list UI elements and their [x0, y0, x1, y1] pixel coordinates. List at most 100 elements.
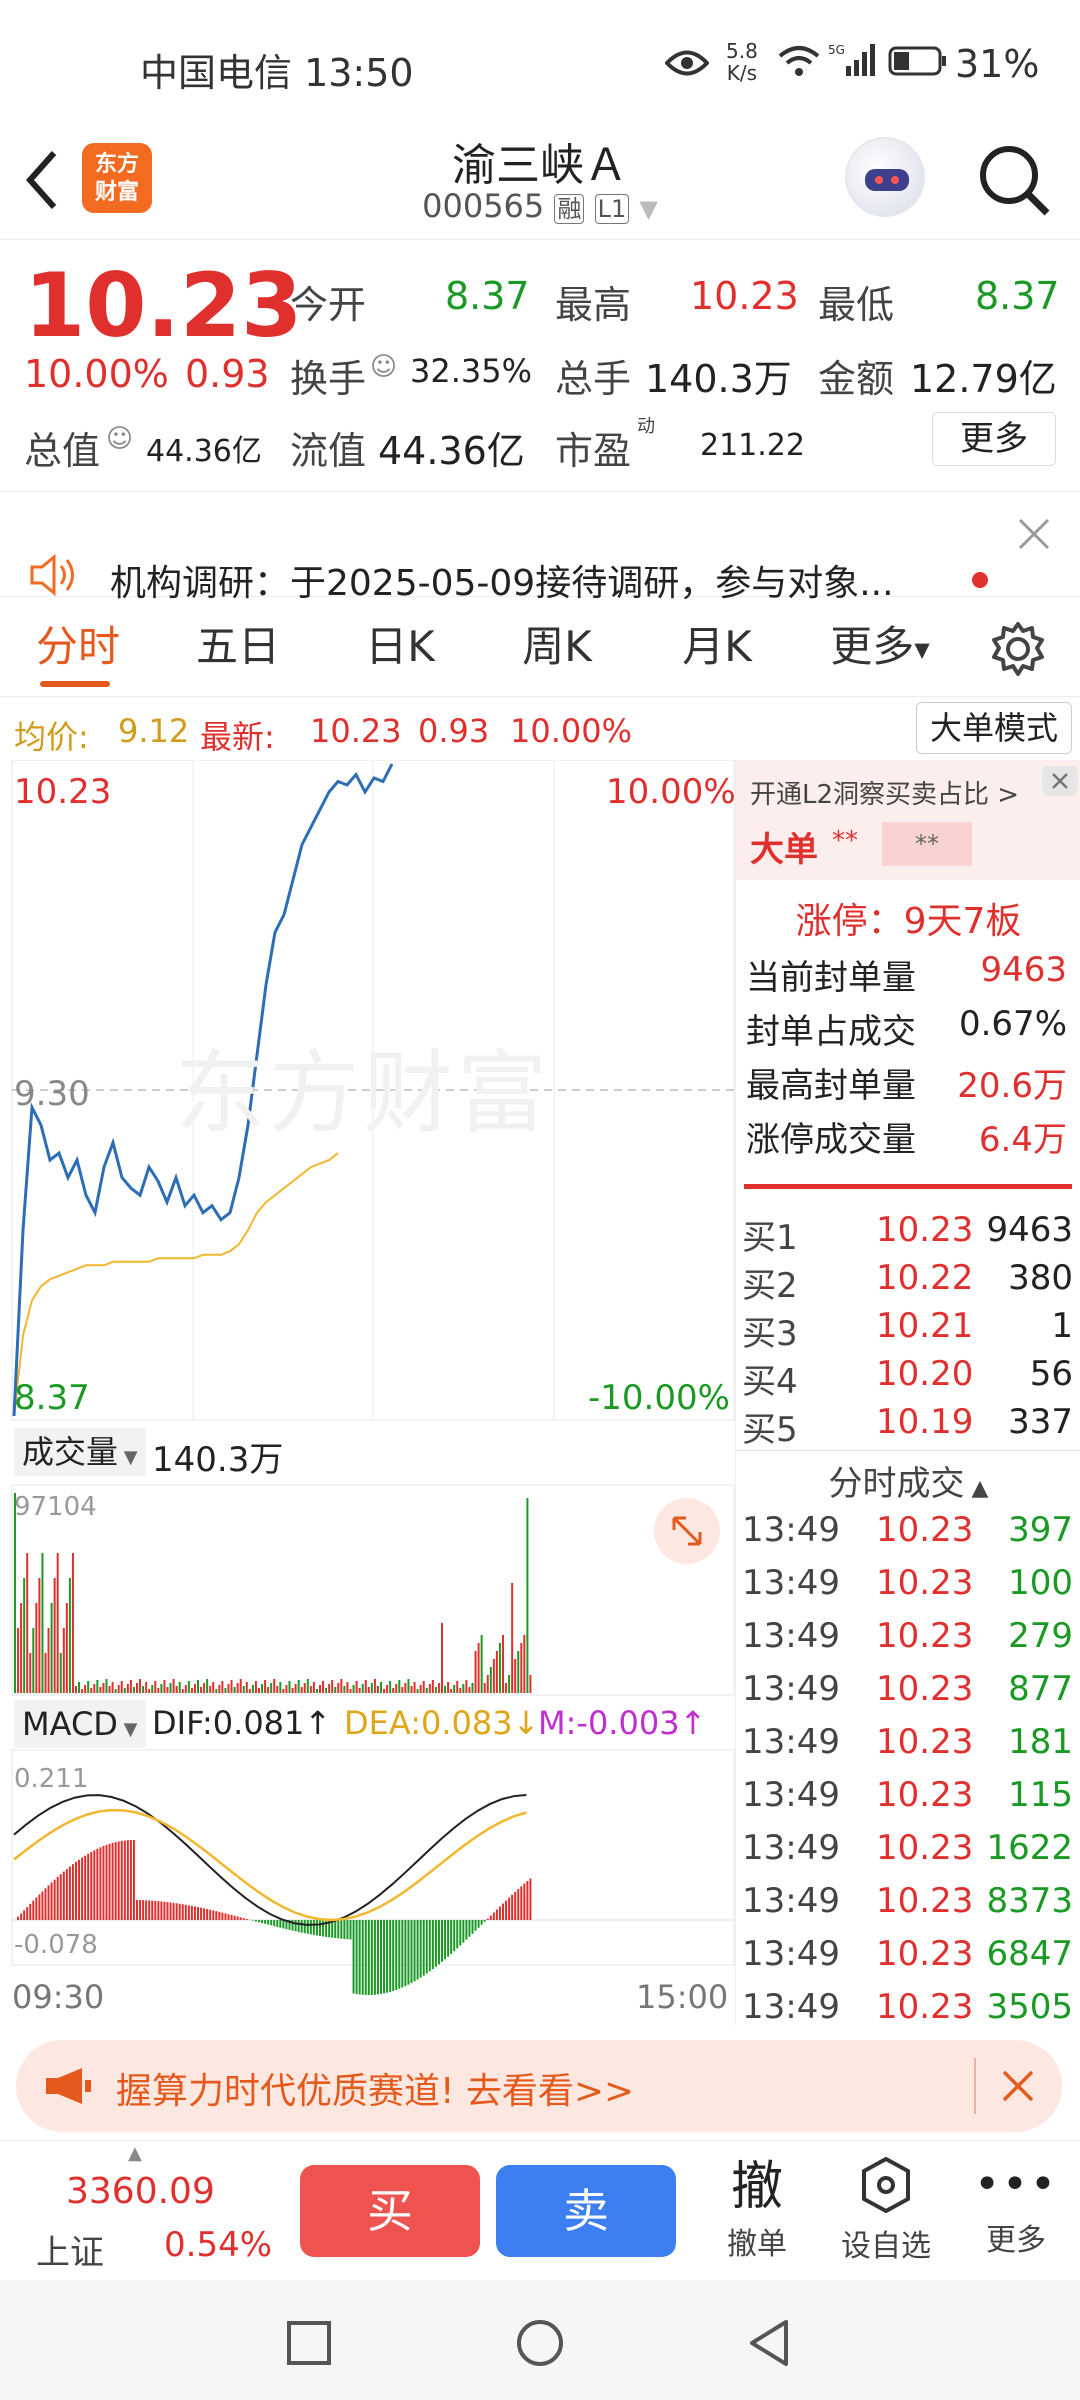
macd-bar	[53, 1879, 56, 1920]
volume-bar	[239, 1679, 242, 1693]
volume-bar	[50, 1603, 53, 1693]
volume-bar	[291, 1688, 294, 1693]
volume-bar	[87, 1681, 90, 1693]
carrier-time: 中国电信 13:50	[140, 51, 414, 95]
macd-bar	[319, 1920, 321, 1936]
tab-five-day[interactable]: 五日	[178, 597, 298, 697]
back-nav-icon[interactable]	[746, 2318, 792, 2372]
close-icon[interactable]	[1016, 516, 1052, 556]
gear-icon[interactable]	[990, 621, 1046, 681]
tick-price: 10.23	[876, 1722, 974, 1762]
search-icon[interactable]	[975, 141, 1055, 225]
high-label: 最高	[555, 283, 632, 327]
promo-banner[interactable]: 握算力时代优质赛道! 去看看>>	[16, 2040, 1062, 2132]
macd-bar	[349, 1920, 352, 1940]
more-button[interactable]: 更多	[932, 412, 1056, 466]
banner-text: 握算力时代优质赛道! 去看看>>	[116, 2071, 635, 2112]
big-order-mode-button[interactable]: 大单模式	[916, 702, 1072, 754]
volume-bar	[81, 1689, 84, 1693]
macd-bar	[193, 1906, 196, 1920]
volume-bar	[370, 1683, 373, 1693]
intraday-chart[interactable]: 东方财富 10.23 10.00% 9.30 8.37 -10.00% 成交量 …	[0, 760, 736, 2025]
caret-up-icon: ▲	[128, 2143, 142, 2164]
volume-bar	[465, 1680, 468, 1693]
tab-daily-k[interactable]: 日K	[340, 597, 460, 697]
macd-bar	[425, 1920, 428, 1974]
recent-apps-icon[interactable]	[286, 2320, 332, 2370]
macd-bar	[361, 1920, 364, 1995]
volume-bar	[312, 1682, 315, 1693]
sell-button[interactable]: 卖	[496, 2165, 676, 2257]
l2-promo[interactable]: 开通L2洞察买卖占比 > 大单 ** **	[736, 760, 1080, 880]
volume-bar	[200, 1687, 203, 1693]
volume-bar	[56, 1553, 59, 1693]
macd-bar	[340, 1920, 343, 1939]
info-icon[interactable]: ☺	[370, 352, 397, 382]
stat-label: 最高封单量	[746, 1066, 916, 1106]
volume-label: 成交量	[22, 1433, 119, 1471]
bid-volume: 380	[1008, 1258, 1073, 1298]
macd-bar	[312, 1920, 315, 1935]
close-icon[interactable]	[1042, 766, 1078, 796]
tab-monthly-k[interactable]: 月K	[657, 597, 777, 697]
macd-bar	[227, 1914, 230, 1920]
volume-bar	[203, 1683, 206, 1693]
macd-bar	[181, 1904, 184, 1920]
stock-code-line[interactable]: 000565 融 L1 ▼	[340, 187, 740, 225]
volume-bar	[230, 1680, 233, 1693]
macd-bar	[373, 1920, 376, 1995]
macd-selector[interactable]: MACD ▼	[14, 1700, 146, 1748]
macd-bar	[514, 1891, 517, 1920]
info-icon[interactable]: ☺	[106, 424, 133, 454]
robot-assistant-icon[interactable]	[845, 137, 925, 217]
tab-weekly-k[interactable]: 周K	[497, 597, 617, 697]
more-menu-button[interactable]: ••• 更多	[966, 2155, 1066, 2275]
macd-bar	[136, 1900, 138, 1920]
add-watchlist-button[interactable]: 设自选	[826, 2155, 946, 2275]
tick-price: 10.23	[876, 1616, 974, 1656]
macd-bar	[431, 1920, 434, 1970]
bid-label: 买1	[742, 1218, 798, 1258]
macd-bar	[511, 1894, 514, 1920]
macd-bar	[93, 1850, 96, 1920]
macd-bar	[206, 1909, 209, 1920]
bid-price: 10.20	[876, 1354, 974, 1394]
macd-bar	[81, 1857, 84, 1920]
volume-bar	[261, 1684, 264, 1693]
volume-bar	[236, 1683, 239, 1693]
home-icon[interactable]	[515, 2318, 565, 2372]
volume-bar	[35, 1603, 38, 1693]
macd-bar	[190, 1905, 193, 1920]
volume-bar	[32, 1628, 35, 1693]
float-label: 流值	[290, 429, 367, 473]
volume-bar	[468, 1687, 471, 1693]
cancel-order-button[interactable]: 撤 撤单	[712, 2155, 802, 2275]
expand-icon[interactable]	[654, 1498, 720, 1564]
volume-bar	[523, 1635, 526, 1693]
macd-bar	[142, 1900, 145, 1920]
macd-bar	[178, 1903, 181, 1920]
volume-bar	[117, 1685, 120, 1693]
close-icon[interactable]	[998, 2066, 1038, 2110]
macd-bar	[419, 1920, 422, 1978]
back-icon[interactable]	[22, 145, 62, 219]
macd-bar	[505, 1900, 508, 1920]
macd-bar	[480, 1920, 483, 1925]
macd-bar	[434, 1920, 437, 1967]
volume-selector[interactable]: 成交量 ▼	[14, 1428, 146, 1476]
macd-bar	[322, 1920, 325, 1937]
time-end: 15:00	[636, 1978, 729, 2016]
bid-volume: 337	[1008, 1402, 1073, 1442]
volume-bar	[410, 1686, 413, 1693]
latest-change: 0.93	[418, 712, 490, 750]
notice-bar[interactable]: 机构调研：于2025-05-09接待调研，参与对象...	[0, 492, 1080, 604]
caret-up-icon: ▲	[964, 1476, 989, 1501]
volume-bar	[264, 1680, 267, 1693]
last-price: 10.23	[24, 254, 303, 357]
macd-bar	[65, 1869, 68, 1920]
buy-button[interactable]: 买	[300, 2165, 480, 2257]
ticks-header[interactable]: 分时成交 ▲	[736, 1456, 1080, 1505]
tab-more[interactable]: 更多▼	[820, 597, 940, 697]
macd-bar	[56, 1876, 59, 1920]
index-ticker[interactable]: ▲ 3360.09 上证 0.54%	[0, 2141, 280, 2281]
